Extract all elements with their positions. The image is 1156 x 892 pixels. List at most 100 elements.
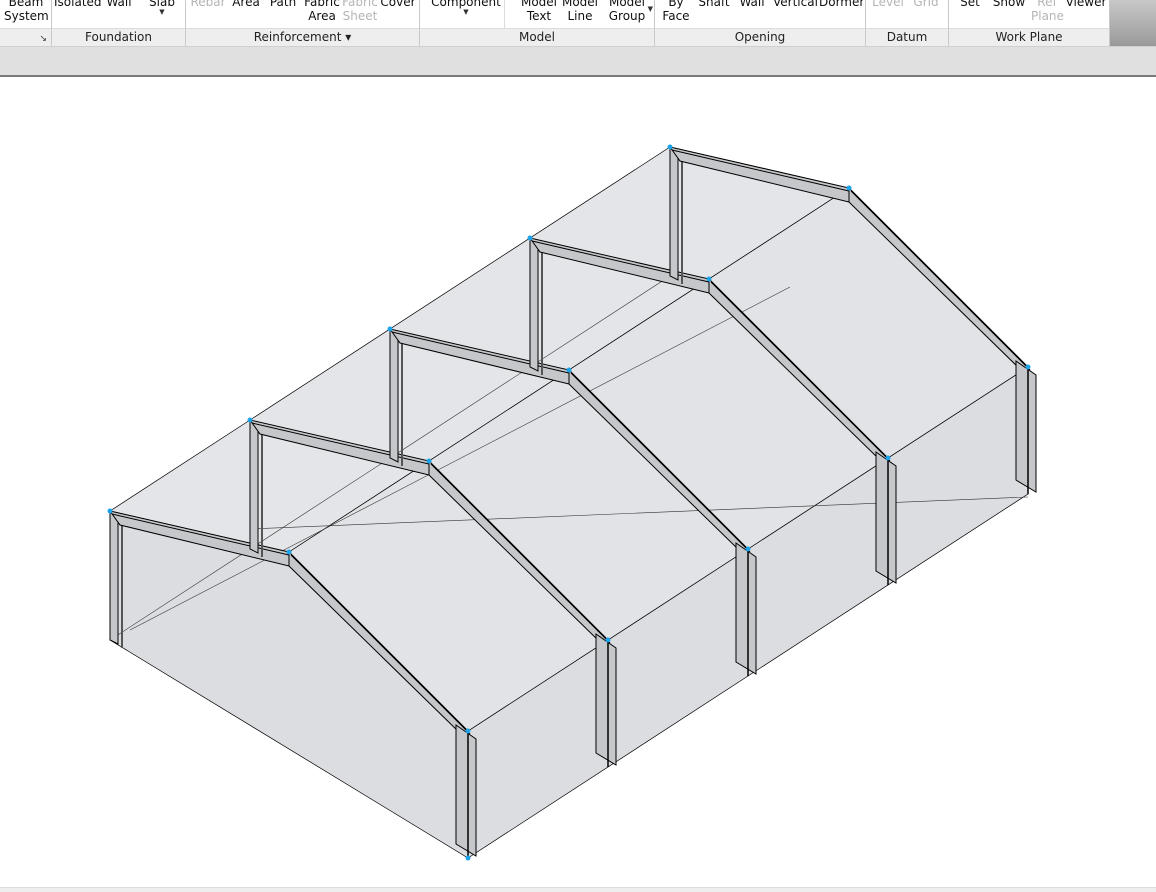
grip-point-icon <box>605 637 611 643</box>
wall-foundation-button[interactable]: Wall <box>104 0 134 9</box>
label: Model <box>561 0 599 9</box>
frame-column-left <box>529 237 539 372</box>
frame-column-left <box>389 328 399 463</box>
frame-column-right <box>735 542 757 675</box>
grip-point-icon <box>1025 364 1031 370</box>
fabric-sheet-button[interactable]: Fabric Sheet <box>342 0 378 23</box>
label: Isolated <box>54 0 102 9</box>
label: Vertical <box>773 0 818 9</box>
panel-label-model: Model <box>420 28 654 46</box>
dropdown-arrow-icon: ▼ <box>159 8 165 16</box>
opening-by-face-button[interactable]: By Face <box>661 0 691 23</box>
panel-label-opening: Opening <box>655 28 865 46</box>
label: Area <box>232 0 260 9</box>
3d-view-canvas[interactable] <box>0 77 1156 887</box>
beam-system-button[interactable]: Beam System <box>4 0 49 23</box>
grip-point-icon <box>387 326 393 332</box>
label: System <box>4 9 49 23</box>
grip-point-icon <box>667 144 673 150</box>
grip-point-icon <box>846 185 852 191</box>
label: Plane <box>1031 9 1064 23</box>
label: Line <box>567 9 593 23</box>
grip-point-icon <box>107 508 113 514</box>
model-text-button[interactable]: Model Text <box>520 0 558 23</box>
label: Viewer <box>1065 0 1107 9</box>
label: Area <box>308 9 336 23</box>
grip-point-icon <box>286 549 292 555</box>
grip-point-icon <box>706 276 712 282</box>
viewer-button[interactable]: Viewer <box>1065 0 1107 9</box>
ribbon: Beam System ↘ Isolated Wall Slab ▼ Found… <box>0 0 1110 46</box>
panel-label-foundation: Foundation <box>52 28 185 46</box>
grip-point-icon <box>885 455 891 461</box>
grip-point-icon <box>527 235 533 241</box>
label: Wall <box>739 0 765 9</box>
label: Cover <box>380 0 416 9</box>
fabric-area-button[interactable]: Fabric Area <box>302 0 342 23</box>
isolated-foundation-button[interactable]: Isolated <box>54 0 102 9</box>
panel-opening: By Face Shaft Wall Vertical Dormer Openi… <box>655 0 866 46</box>
panel-foundation: Isolated Wall Slab ▼ Foundation <box>52 0 186 46</box>
label: Show <box>992 0 1026 9</box>
grid-button[interactable]: Grid <box>910 0 942 9</box>
label: Rebar <box>190 0 226 9</box>
panel-structure: Beam System ↘ <box>0 0 52 46</box>
panel-reinforcement: Rebar Area Path Fabric Area Fabric Sheet… <box>186 0 420 46</box>
label: Wall <box>106 0 132 9</box>
set-work-plane-button[interactable]: Set <box>957 0 983 9</box>
model-group-button[interactable]: Model Group ▼ <box>607 0 653 23</box>
label: Ref <box>1037 0 1057 9</box>
label: By <box>668 0 684 9</box>
grip-point-icon <box>426 458 432 464</box>
frame-column-right <box>1015 360 1037 493</box>
dormer-opening-button[interactable]: Dormer <box>819 0 865 9</box>
label: Set <box>960 0 980 9</box>
label: Group <box>608 9 646 23</box>
label: Dormer <box>819 0 865 9</box>
grip-point-icon <box>566 367 572 373</box>
frame-column-right <box>875 451 897 584</box>
label: Path <box>269 0 297 9</box>
panel-label-reinforcement[interactable]: Reinforcement ▾ <box>186 28 419 46</box>
dropdown-arrow-icon: ▼ <box>647 5 653 13</box>
frame-column-left <box>669 146 679 281</box>
grip-point-icon <box>465 855 471 861</box>
area-reinforcement-button[interactable]: Area <box>230 0 262 9</box>
label: Beam <box>8 0 44 9</box>
level-button[interactable]: Level <box>870 0 906 9</box>
cover-button[interactable]: Cover <box>380 0 416 9</box>
frame-column-right <box>595 633 617 766</box>
status-bar <box>0 887 1156 892</box>
panel-label-datum: Datum <box>866 28 948 46</box>
panel-label-work-plane: Work Plane <box>949 28 1109 46</box>
grip-point-icon <box>247 417 253 423</box>
label: Model <box>520 0 558 9</box>
label: Text <box>526 9 552 23</box>
wall-opening-button[interactable]: Wall <box>737 0 767 9</box>
dialog-launcher-icon[interactable]: ↘ <box>39 34 47 44</box>
show-work-plane-button[interactable]: Show <box>991 0 1027 9</box>
path-reinforcement-button[interactable]: Path <box>268 0 298 9</box>
grip-point-icon <box>745 546 751 552</box>
label: Face <box>662 9 690 23</box>
frame-column-right <box>455 724 477 857</box>
model-line-button[interactable]: Model Line <box>561 0 599 23</box>
label: Sheet <box>342 9 378 23</box>
frame-column-left <box>109 510 119 645</box>
dropdown-arrow-icon: ▼ <box>463 8 469 16</box>
ref-plane-button[interactable]: Ref Plane <box>1031 0 1064 23</box>
panel-datum: Level Grid Datum <box>866 0 949 46</box>
shaft-opening-button[interactable]: Shaft <box>697 0 731 9</box>
component-button[interactable]: Component ▼ <box>428 0 505 28</box>
options-bar <box>0 46 1156 77</box>
building-model <box>107 144 1037 861</box>
slab-foundation-button[interactable]: Slab ▼ <box>146 0 178 16</box>
ribbon-end-cap <box>1110 0 1156 46</box>
label: Grid <box>913 0 939 9</box>
frame-column-left <box>249 419 259 554</box>
rebar-button[interactable]: Rebar <box>190 0 226 9</box>
label: Model <box>608 0 646 9</box>
vertical-opening-button[interactable]: Vertical <box>773 0 818 9</box>
grip-point-icon <box>465 728 471 734</box>
label: Level <box>872 0 904 9</box>
